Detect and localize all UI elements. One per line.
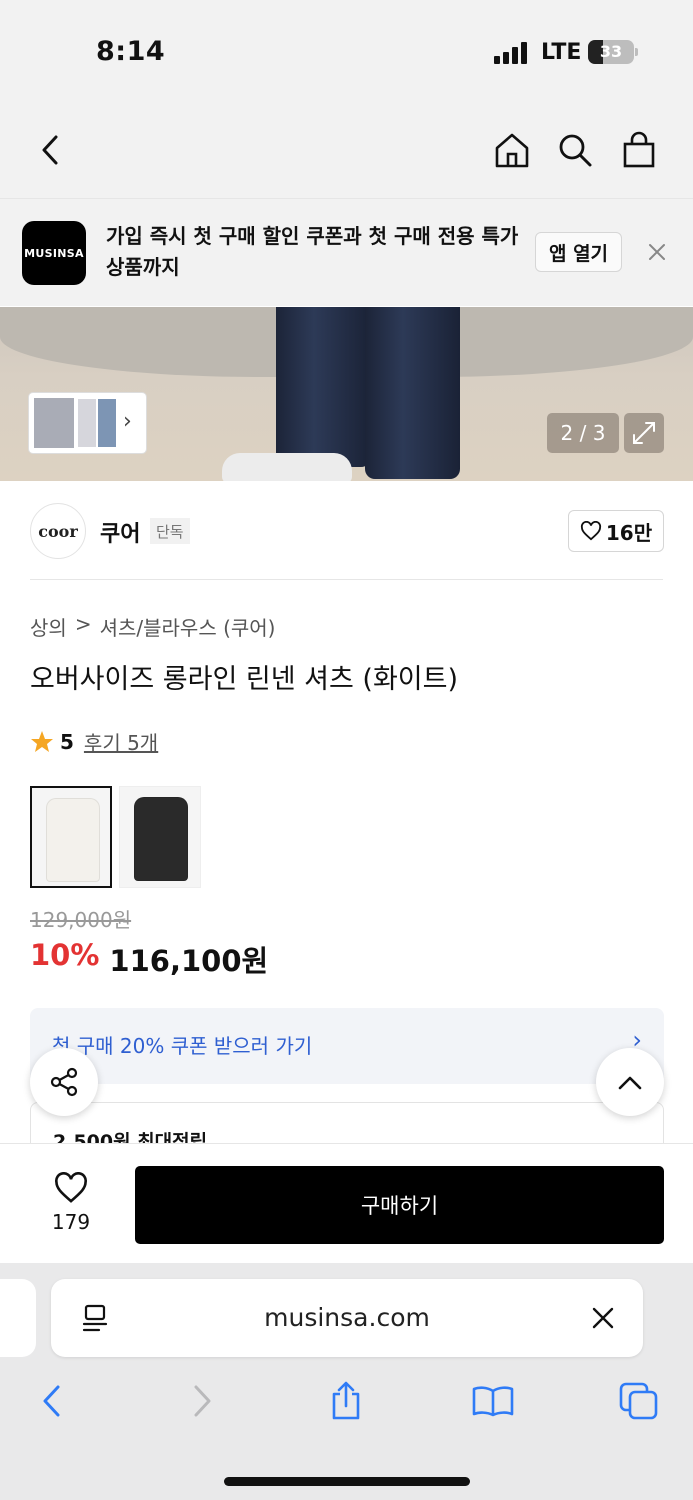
page-indicator: 2 / 3 [547, 413, 619, 453]
buy-button[interactable]: 구매하기 [135, 1166, 664, 1244]
share-icon [50, 1067, 78, 1097]
wishlist-button[interactable]: 179 [40, 1172, 102, 1234]
sale-price-row: 10% 116,100원 [30, 938, 268, 980]
coupon-banner[interactable]: 첫 구매 20% 쿠폰 받으러 가기 › [30, 1008, 664, 1084]
brand-row: coor 쿠어 단독 16만 [0, 481, 693, 581]
battery-icon: 33 [588, 40, 634, 64]
home-indicator [224, 1477, 470, 1486]
star-icon [31, 730, 53, 752]
share-button[interactable] [30, 1048, 98, 1116]
close-icon[interactable] [646, 241, 668, 263]
model-shoe [222, 453, 352, 481]
breadcrumb-subcategory[interactable]: 셔츠/블라우스 (쿠어) [100, 612, 276, 641]
model-leg-left [276, 307, 371, 467]
share-icon[interactable] [324, 1379, 368, 1423]
back-icon[interactable] [28, 128, 72, 172]
thumbnail-strip[interactable]: › [29, 393, 146, 453]
color-option-black[interactable] [119, 786, 201, 888]
home-icon[interactable] [490, 128, 534, 172]
sale-price: 116,100원 [109, 944, 269, 978]
battery-level: 33 [599, 42, 623, 61]
thumbnail[interactable] [98, 399, 116, 447]
back-icon[interactable] [30, 1379, 74, 1423]
breadcrumb-separator: > [74, 612, 92, 636]
brand-like-count: 16만 [605, 520, 653, 545]
brand-like-button[interactable]: 16만 [568, 510, 664, 552]
original-price: 129,000원 [30, 908, 132, 932]
shopping-bag-icon[interactable] [617, 128, 661, 172]
divider [30, 579, 663, 580]
color-option-white[interactable] [30, 786, 112, 888]
brand-name[interactable]: 쿠어 [100, 516, 140, 548]
close-icon[interactable] [591, 1306, 615, 1330]
network-type: LTE [541, 40, 582, 65]
search-icon[interactable] [553, 128, 597, 172]
breadcrumb-category[interactable]: 상의 [30, 612, 67, 641]
url-text: musinsa.com [264, 1303, 430, 1332]
status-time: 8:14 [96, 36, 166, 67]
rating-score: 5 [60, 729, 74, 754]
browser-toolbar: musinsa.com [0, 1263, 693, 1500]
brand-logo[interactable]: coor [30, 503, 86, 559]
address-bar[interactable]: musinsa.com [51, 1279, 643, 1357]
thumbnail[interactable] [32, 396, 76, 450]
chevron-up-icon [618, 1076, 642, 1090]
product-thumbnail-white [46, 798, 100, 882]
expand-icon[interactable] [624, 413, 664, 453]
banner-text: 가입 즉시 첫 구매 할인 쿠폰과 첫 구매 전용 특가 상품까지 [106, 224, 519, 279]
model-leg-right [365, 307, 460, 479]
product-title: 오버사이즈 롱라인 린넨 셔츠 (화이트) [30, 664, 458, 695]
exclusive-badge: 단독 [150, 518, 190, 544]
heart-icon [580, 521, 601, 541]
signal-icon [494, 42, 530, 64]
open-app-button[interactable]: 앱 열기 [535, 232, 622, 272]
discount-rate: 10% [30, 938, 100, 972]
bottom-purchase-bar: 179 구매하기 [0, 1143, 693, 1263]
musinsa-logo: MUSINSA [22, 221, 86, 285]
chevron-right-icon[interactable]: › [123, 409, 132, 434]
coupon-text: 첫 구매 20% 쿠폰 받으러 가기 [52, 1034, 313, 1058]
scroll-top-button[interactable] [596, 1048, 664, 1116]
breadcrumb: 상의 > 셔츠/블라우스 (쿠어) [30, 612, 275, 641]
forward-icon[interactable] [180, 1379, 224, 1423]
wishlist-count: 179 [51, 1210, 91, 1234]
battery-tip [635, 48, 638, 56]
reviews-link[interactable]: 후기 5개 [84, 727, 158, 756]
previous-tab[interactable] [0, 1279, 36, 1357]
app-install-banner: MUSINSA 가입 즉시 첫 구매 할인 쿠폰과 첫 구매 전용 특가 상품까… [0, 198, 693, 306]
bookmarks-icon[interactable] [471, 1379, 515, 1423]
product-image-gallery[interactable]: › 2 / 3 [0, 307, 693, 481]
status-bar: 8:14 LTE 33 [0, 0, 693, 100]
product-thumbnail-black [134, 797, 188, 881]
tabs-icon[interactable] [617, 1379, 661, 1423]
rating: 5 후기 5개 [30, 727, 158, 756]
thumbnail[interactable] [78, 399, 96, 447]
heart-icon [55, 1172, 87, 1203]
top-nav-bar [0, 100, 693, 198]
